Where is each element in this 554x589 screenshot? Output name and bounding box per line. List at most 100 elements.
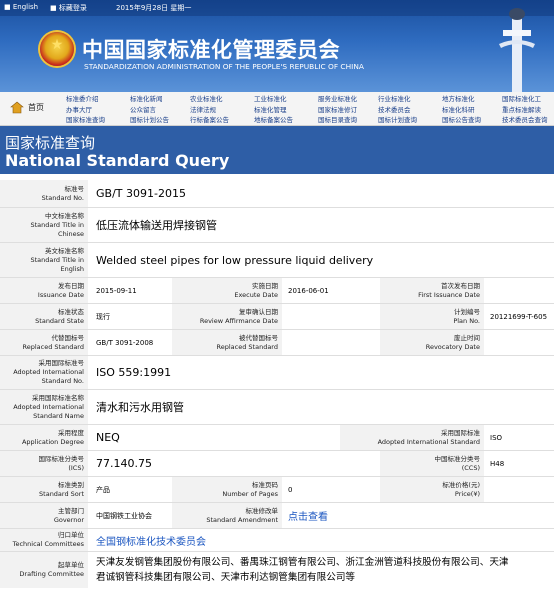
label-execute: 实施日期 Execute Date bbox=[172, 278, 282, 303]
row-title-en: 英文标准名称 Standard Title in English Welded st… bbox=[0, 243, 554, 278]
value-drafting: 天津友发钢管集团股份有限公司、番禺珠江钢管有限公司、浙江金洲管道科技股份有限公司… bbox=[96, 555, 509, 585]
label-standard-no: 标准号 Standard No. bbox=[0, 180, 88, 207]
value-issuance: 2015-09-11 bbox=[96, 286, 137, 295]
value-sort: 产品 bbox=[96, 485, 110, 494]
nav-item-row2-4[interactable]: 国家标准修订 bbox=[318, 104, 357, 114]
home-link[interactable]: 首页 bbox=[8, 101, 50, 115]
value-adopted-name: 清水和污水用钢管 bbox=[96, 401, 184, 414]
row-state: 标准状态 Standard State 现行 复审确认日期 Review Affir… bbox=[0, 304, 554, 330]
label-replaced: 代替国标号 Replaced Standard bbox=[0, 330, 88, 355]
label-title-cn: 中文标准名称 Standard Title in Chinese bbox=[0, 208, 88, 242]
nav-item-row3-2[interactable]: 行标备案公告 bbox=[190, 114, 229, 124]
nav-item-row3-3[interactable]: 地标备案公告 bbox=[254, 114, 293, 124]
nav-item-row3-0[interactable]: 国家标准查询 bbox=[66, 114, 105, 124]
national-emblem-icon: ★ bbox=[40, 32, 74, 66]
nav-item-row3-7[interactable]: 技术委员会查询 bbox=[502, 114, 548, 124]
home-icon bbox=[10, 101, 24, 114]
label-sort: 标准类别 Standard Sort bbox=[0, 477, 88, 502]
site-title-en: STANDARDIZATION ADMINISTRATION OF THE PE… bbox=[84, 62, 364, 71]
row-replaced: 代替国标号 Replaced Standard GB/T 3091-2008 被代… bbox=[0, 330, 554, 356]
value-adopted-standard: ISO bbox=[490, 433, 503, 442]
label-adopted-standard: 采用国际标准 Adopted International Standard bbox=[340, 425, 484, 450]
value-adopted-no: ISO 559:1991 bbox=[96, 366, 172, 379]
nav-item-row3-1[interactable]: 国标计划公告 bbox=[130, 114, 169, 124]
page-header: 国家标准查询 National Standard Query bbox=[0, 126, 554, 174]
label-adopted-no: 采用国际标准号 Adopted International Standard No. bbox=[0, 356, 88, 389]
row-adopted-no: 采用国际标准号 Adopted International Standard No.… bbox=[0, 356, 554, 390]
label-review: 复审确认日期 Review Affirmance Date bbox=[172, 304, 282, 329]
nav-item-row3-5[interactable]: 国标计划查询 bbox=[378, 114, 417, 124]
row-ics: 国际标准分类号 (ICS) 77.140.75 中国标准分类号 (CCS) H48 bbox=[0, 451, 554, 477]
home-label: 首页 bbox=[28, 103, 44, 112]
nav-item-row1-4[interactable]: 服务业标准化 bbox=[318, 93, 357, 103]
english-link[interactable]: ■ English bbox=[4, 3, 38, 11]
label-ics: 国际标准分类号 (ICS) bbox=[0, 451, 88, 476]
main-nav: 首页 标准委介绍 标准化新闻 农业标准化 工业标准化 服务业标准化 行业标准化 地方标准化国… bbox=[0, 92, 554, 126]
label-price: 标准价格(元) Price(¥) bbox=[380, 477, 484, 502]
site-banner: ■ English ■ 标藏登录 2015年9月28日 星期一 ★ 中国国家标准… bbox=[0, 0, 554, 92]
nav-item-row1-2[interactable]: 农业标准化 bbox=[190, 93, 223, 103]
value-plan: 20121699-T-605 bbox=[490, 312, 548, 321]
label-replaced-by: 被代替国标号 Replaced Standard bbox=[172, 330, 282, 355]
label-committees: 归口单位 Technical Committees bbox=[0, 529, 88, 551]
label-governor: 主管部门 Governor bbox=[0, 503, 88, 528]
label-ccs: 中国标准分类号 (CCS) bbox=[380, 451, 484, 476]
row-degree: 采用程度 Application Degree NEQ 采用国际标准 Adopted… bbox=[0, 425, 554, 451]
label-drafting: 起草单位 Drafting Committee bbox=[0, 552, 88, 588]
label-degree: 采用程度 Application Degree bbox=[0, 425, 88, 450]
label-amendment: 标准修改单 Standard Amendment bbox=[172, 503, 282, 528]
label-pages: 标准页码 Number of Pages bbox=[172, 477, 282, 502]
value-execute: 2016-06-01 bbox=[288, 286, 329, 295]
nav-item-row1-6[interactable]: 地方标准化 bbox=[442, 93, 475, 103]
committees-link[interactable]: 全国钢标准化技术委员会 bbox=[96, 529, 206, 551]
nav-item-row2-6[interactable]: 标准化科研 bbox=[442, 104, 475, 114]
nav-item-row3-4[interactable]: 国标目录查询 bbox=[318, 114, 357, 124]
row-standard-no: 标准号 Standard No. GB/T 3091-2015 bbox=[0, 180, 554, 208]
value-ics: 77.140.75 bbox=[96, 457, 152, 470]
top-bar: ■ English ■ 标藏登录 2015年9月28日 星期一 bbox=[0, 0, 554, 16]
amendment-link[interactable]: 点击查看 bbox=[288, 503, 328, 528]
nav-item-row1-7[interactable]: 国际标准化工 bbox=[502, 93, 541, 103]
row-dates: 发布日期 Issuance Date 2015-09-11 实施日期 Execute… bbox=[0, 278, 554, 304]
page-title-en: National Standard Query bbox=[5, 151, 230, 170]
nav-item-row2-1[interactable]: 公众留言 bbox=[130, 104, 156, 114]
value-title-en: Welded steel pipes for low pressure liqu… bbox=[96, 253, 374, 267]
nav-item-row1-0[interactable]: 标准委介绍 bbox=[66, 93, 99, 103]
label-adopted-name: 采用国际标准名称 Adopted International Standard Na… bbox=[0, 390, 88, 424]
nav-item-row2-3[interactable]: 标准化管理 bbox=[254, 104, 287, 114]
label-revocatory: 废止时间 Revocatory Date bbox=[380, 330, 484, 355]
nav-item-row2-0[interactable]: 办事大厅 bbox=[66, 104, 92, 114]
row-drafting: 起草单位 Drafting Committee 天津友发钢管集团股份有限公司、番禺… bbox=[0, 552, 554, 588]
value-pages: 0 bbox=[288, 485, 293, 494]
label-plan: 计划编号 Plan No. bbox=[380, 304, 484, 329]
value-replaced: GB/T 3091-2008 bbox=[96, 338, 154, 347]
page-title-cn: 国家标准查询 bbox=[5, 134, 96, 152]
nav-item-row1-3[interactable]: 工业标准化 bbox=[254, 93, 287, 103]
value-state: 现行 bbox=[96, 312, 110, 321]
row-committees: 归口单位 Technical Committees 全国钢标准化技术委员会 bbox=[0, 529, 554, 552]
nav-item-row1-1[interactable]: 标准化新闻 bbox=[130, 93, 163, 103]
nav-item-row2-2[interactable]: 法律法规 bbox=[190, 104, 216, 114]
nav-item-row2-5[interactable]: 技术委员会 bbox=[378, 104, 411, 114]
row-sort: 标准类别 Standard Sort 产品 标准页码 Number of Pages… bbox=[0, 477, 554, 503]
value-governor: 中国钢铁工业协会 bbox=[96, 511, 152, 520]
value-ccs: H48 bbox=[490, 459, 505, 468]
value-degree: NEQ bbox=[96, 431, 120, 444]
label-title-en: 英文标准名称 Standard Title in English bbox=[0, 243, 88, 277]
current-date: 2015年9月28日 星期一 bbox=[116, 4, 192, 12]
nav-item-row2-7[interactable]: 重点标准解读 bbox=[502, 104, 541, 114]
value-title-cn: 低压流体输送用焊接钢管 bbox=[96, 219, 217, 232]
drafting-line-2: 君诚钢管科技集团有限公司、天津市利达钢管集团有限公司等 bbox=[96, 572, 356, 583]
row-title-cn: 中文标准名称 Standard Title in Chinese 低压流体输送用焊接… bbox=[0, 208, 554, 243]
value-standard-no: GB/T 3091-2015 bbox=[96, 187, 186, 200]
drafting-line-1: 天津友发钢管集团股份有限公司、番禺珠江钢管有限公司、浙江金洲管道科技股份有限公司… bbox=[96, 557, 509, 568]
huabiao-pillar-icon bbox=[499, 8, 535, 92]
nav-item-row3-6[interactable]: 国标公告查询 bbox=[442, 114, 481, 124]
site-title-cn: 中国国家标准化管理委员会 bbox=[82, 38, 340, 62]
label-issuance: 发布日期 Issuance Date bbox=[0, 278, 88, 303]
bookmark-link[interactable]: ■ 标藏登录 bbox=[50, 3, 87, 13]
nav-item-row1-5[interactable]: 行业标准化 bbox=[378, 93, 411, 103]
label-state: 标准状态 Standard State bbox=[0, 304, 88, 329]
label-first-issuance: 首次发布日期 First Issuance Date bbox=[380, 278, 484, 303]
row-governor: 主管部门 Governor 中国钢铁工业协会 标准修改单 Standard Amen… bbox=[0, 503, 554, 529]
